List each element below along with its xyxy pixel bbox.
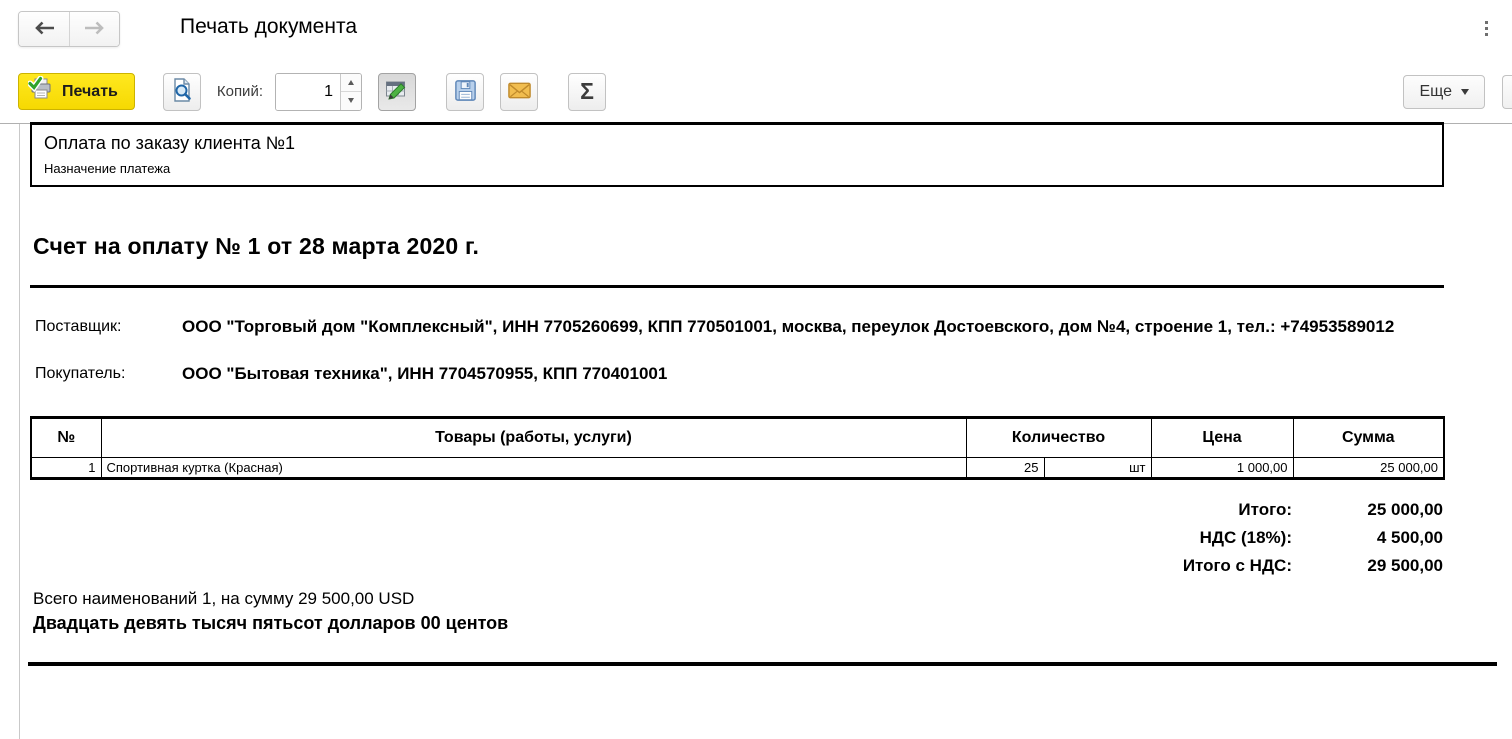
document-preview-area[interactable]: Оплата по заказу клиента №1 Назначение п… xyxy=(30,122,1444,666)
envelope-icon xyxy=(507,78,532,106)
supplier-label: Поставщик: xyxy=(35,318,182,336)
payment-purpose-value: Оплата по заказу клиента №1 xyxy=(44,133,1430,154)
cell-sum: 25 000,00 xyxy=(1293,457,1444,478)
sigma-icon: Σ xyxy=(580,80,594,103)
copies-decrement-button[interactable] xyxy=(341,92,361,110)
col-header-sum: Сумма xyxy=(1293,417,1444,457)
goods-header-row: № Товары (работы, услуги) Количество Цен… xyxy=(31,417,1444,457)
supplier-value: ООО "Торговый дом "Комплексный", ИНН 770… xyxy=(182,314,1394,341)
col-header-qty: Количество xyxy=(966,417,1151,457)
table-pencil-icon xyxy=(384,77,410,106)
col-header-price: Цена xyxy=(1151,417,1293,457)
col-header-num: № xyxy=(31,417,101,457)
invoice-title: Счет на оплату № 1 от 28 марта 2020 г. xyxy=(33,233,1444,260)
total-row-grand: Итого с НДС: 29 500,00 xyxy=(30,552,1443,580)
total-value: 4 500,00 xyxy=(1292,524,1443,552)
more-button-label: Еще xyxy=(1419,83,1452,101)
down-arrow-icon xyxy=(348,98,354,103)
print-button-label: Печать xyxy=(62,83,118,101)
up-arrow-icon xyxy=(348,80,354,85)
save-floppy-icon xyxy=(453,78,478,106)
print-button[interactable]: Печать xyxy=(18,73,135,110)
edit-table-button[interactable] xyxy=(378,73,416,111)
buyer-label: Покупатель: xyxy=(35,365,182,383)
clipped-edge-button[interactable] xyxy=(1502,75,1512,109)
cell-num: 1 xyxy=(31,457,101,478)
copies-spinner xyxy=(340,74,361,110)
totals-block: Итого: 25 000,00 НДС (18%): 4 500,00 Ито… xyxy=(30,496,1443,580)
copies-input[interactable] xyxy=(276,74,340,110)
sum-button[interactable]: Σ xyxy=(568,73,606,111)
total-value: 25 000,00 xyxy=(1292,496,1443,524)
total-label: НДС (18%): xyxy=(1200,524,1292,552)
payment-purpose-box: Оплата по заказу клиента №1 Назначение п… xyxy=(30,122,1444,187)
chevron-down-icon xyxy=(1461,89,1469,95)
total-label: Итого с НДС: xyxy=(1183,552,1292,580)
copies-label: Копий: xyxy=(217,83,263,100)
col-header-goods: Товары (работы, услуги) xyxy=(101,417,966,457)
nav-history-group xyxy=(18,11,120,47)
goods-table: № Товары (работы, услуги) Количество Цен… xyxy=(30,416,1445,480)
forward-button[interactable] xyxy=(69,12,119,46)
copies-stepper xyxy=(275,73,362,111)
cell-unit: шт xyxy=(1044,457,1151,478)
supplier-row: Поставщик: ООО "Торговый дом "Комплексны… xyxy=(35,314,1444,341)
more-button[interactable]: Еще xyxy=(1403,75,1485,109)
preview-magnifier-icon xyxy=(169,77,195,106)
total-row-vat: НДС (18%): 4 500,00 xyxy=(30,524,1443,552)
printer-check-icon xyxy=(28,76,54,107)
preview-button[interactable] xyxy=(163,73,201,111)
amount-in-words: Двадцать девять тысяч пятьсот долларов 0… xyxy=(33,613,1444,634)
cell-name: Спортивная куртка (Красная) xyxy=(101,457,966,478)
save-button[interactable] xyxy=(446,73,484,111)
payment-purpose-caption: Назначение платежа xyxy=(44,161,1430,176)
back-arrow-icon xyxy=(34,21,55,38)
forward-arrow-icon xyxy=(84,21,105,38)
buyer-row: Покупатель: ООО "Бытовая техника", ИНН 7… xyxy=(35,361,1444,388)
titlebar: Печать документа xyxy=(0,0,1512,60)
buyer-value: ООО "Бытовая техника", ИНН 7704570955, К… xyxy=(182,361,667,388)
items-summary-line: Всего наименований 1, на сумму 29 500,00… xyxy=(33,589,1444,609)
page-title: Печать документа xyxy=(180,15,357,39)
cell-price: 1 000,00 xyxy=(1151,457,1293,478)
toolbar: Печать Копий: xyxy=(0,60,1512,123)
send-email-button[interactable] xyxy=(500,73,538,111)
document-area-left-border xyxy=(19,124,20,739)
print-document-window: Печать документа Печать xyxy=(0,0,1512,123)
back-button[interactable] xyxy=(19,12,69,46)
title-divider xyxy=(30,285,1444,288)
total-value: 29 500,00 xyxy=(1292,552,1443,580)
cell-qty: 25 xyxy=(966,457,1044,478)
total-row-subtotal: Итого: 25 000,00 xyxy=(30,496,1443,524)
kebab-menu-icon[interactable] xyxy=(1477,16,1495,40)
copies-increment-button[interactable] xyxy=(341,74,361,93)
total-label: Итого: xyxy=(1238,496,1292,524)
goods-table-row: 1 Спортивная куртка (Красная) 25 шт 1 00… xyxy=(31,457,1444,478)
bottom-divider xyxy=(28,662,1497,666)
